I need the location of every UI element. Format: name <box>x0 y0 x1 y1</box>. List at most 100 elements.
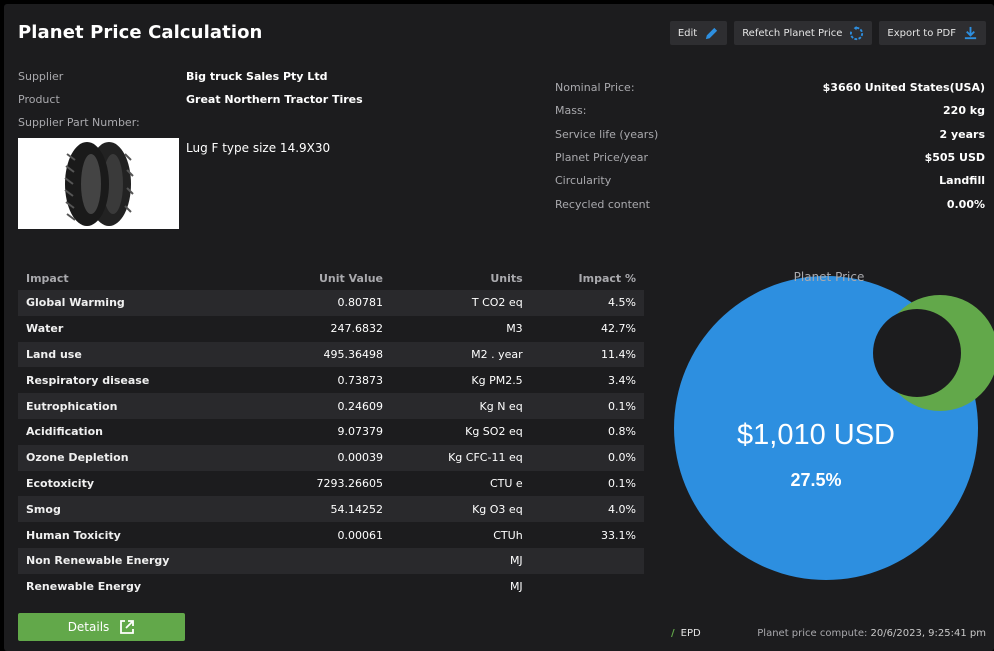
table-cell: Acidification <box>18 418 264 445</box>
pencil-icon <box>706 27 718 39</box>
summary-row: Circularity Landfill <box>555 169 985 192</box>
table-cell: Kg O3 eq <box>391 496 531 523</box>
table-cell: Ecotoxicity <box>18 470 264 497</box>
table-cell <box>530 573 644 600</box>
download-icon <box>964 26 977 39</box>
table-row: Global Warming 0.80781 T CO2 eq 4.5% <box>18 290 644 316</box>
table-cell: 0.1% <box>530 470 644 497</box>
table-cell: Ozone Depletion <box>18 444 264 471</box>
summary-value: $3660 United States(USA) <box>822 81 985 95</box>
summary-label: Nominal Price: <box>555 81 635 95</box>
table-row: Acidification 9.07379 Kg SO2 eq 0.8% <box>18 418 644 445</box>
column-header: Impact <box>26 271 69 285</box>
summary-label: Recycled content <box>555 197 650 211</box>
summary-value: 0.00% <box>946 197 985 211</box>
table-row: Eutrophication 0.24609 Kg N eq 0.1% <box>18 393 644 419</box>
summary-row: Service life (years) 2 years <box>555 123 985 146</box>
table-cell: Non Renewable Energy <box>18 547 264 574</box>
table-cell: 33.1% <box>530 522 644 548</box>
table-cell: M2 . year <box>391 341 531 368</box>
summary-row: Planet Price/year $505 USD <box>555 146 985 169</box>
table-cell: Renewable Energy <box>18 573 264 600</box>
part-description: Lug F type size 14.9X30 <box>186 141 331 155</box>
table-cell: Human Toxicity <box>18 522 264 548</box>
table-cell: Kg SO2 eq <box>391 418 531 445</box>
refetch-planet-price-button[interactable]: Refetch Planet Price <box>734 21 873 45</box>
table-cell: 0.73873 <box>263 367 392 394</box>
table-cell: Kg CFC-11 eq <box>391 444 531 471</box>
table-cell: Global Warming <box>18 290 264 316</box>
table-cell: 3.4% <box>530 367 644 394</box>
table-cell: MJ <box>391 573 531 600</box>
supplier-value: Big truck Sales Pty Ltd <box>186 70 328 83</box>
details-button-label: Details <box>67 620 110 634</box>
table-cell: Eutrophication <box>18 393 264 419</box>
table-row: Respiratory disease 0.73873 Kg PM2.5 3.4% <box>18 367 644 394</box>
page-title: Planet Price Calculation <box>18 22 263 43</box>
table-cell: 11.4% <box>530 341 644 368</box>
epd-slash-icon: / <box>671 628 675 639</box>
compute-value: 20/6/2023, 9:25:41 pm <box>870 628 986 639</box>
chart-center-percent: 27.5% <box>790 470 841 490</box>
compute-timestamp: Planet price compute: 20/6/2023, 9:25:41… <box>757 628 986 639</box>
table-cell: Water <box>18 315 264 342</box>
table-row: Ecotoxicity 7293.26605 CTU e 0.1% <box>18 470 644 497</box>
edit-button[interactable]: Edit <box>669 21 728 45</box>
chart-title: Planet Price <box>793 270 865 284</box>
table-cell <box>263 573 392 600</box>
table-cell: 7293.26605 <box>263 470 392 497</box>
export-button-label: Export to PDF <box>887 27 956 39</box>
edit-button-label: Edit <box>677 27 698 39</box>
product-value: Great Northern Tractor Tires <box>186 93 363 106</box>
refresh-icon <box>850 25 864 40</box>
table-cell: 0.00061 <box>263 522 392 548</box>
table-cell: Respiratory disease <box>18 367 264 394</box>
pie-chart: $1,010 USD 27.5% <box>674 276 994 580</box>
table-cell: 4.5% <box>530 290 644 316</box>
epd-indicator: / EPD <box>671 628 701 639</box>
details-button[interactable]: Details <box>18 613 185 641</box>
table-cell: Smog <box>18 496 264 523</box>
table-cell: 0.00039 <box>263 444 392 471</box>
summary-value: Landfill <box>939 174 985 188</box>
summary-value: 2 years <box>939 127 985 141</box>
product-label: Product <box>18 93 60 106</box>
table-cell <box>530 547 644 574</box>
summary-value: $505 USD <box>924 151 985 165</box>
chart-center-value: $1,010 USD <box>737 419 895 451</box>
export-to-pdf-button[interactable]: Export to PDF <box>879 21 986 45</box>
table-cell: Kg PM2.5 <box>391 367 531 394</box>
table-row: Renewable Energy MJ <box>18 573 644 600</box>
table-cell: 42.7% <box>530 315 644 342</box>
compute-label: Planet price compute: <box>757 628 868 639</box>
table-cell <box>263 547 392 574</box>
epd-label: EPD <box>680 628 701 639</box>
summary-label: Service life (years) <box>555 127 659 141</box>
refetch-button-label: Refetch Planet Price <box>742 27 843 39</box>
table-cell: T CO2 eq <box>391 290 531 316</box>
external-link-icon <box>120 620 135 634</box>
table-row: Water 247.6832 M3 42.7% <box>18 315 644 342</box>
product-image <box>18 138 179 229</box>
app-window: Planet Price Calculation Edit Refetch Pl… <box>4 4 994 651</box>
toolbar: Edit Refetch Planet Price Export to PDF <box>669 21 986 45</box>
summary-label: Circularity <box>555 174 612 188</box>
table-cell: M3 <box>391 315 531 342</box>
table-cell: Kg N eq <box>391 393 531 419</box>
price-summary: Nominal Price: $3660 United States(USA) Ma… <box>555 76 985 216</box>
pie-slice-cutout <box>873 309 961 397</box>
table-cell: 0.24609 <box>263 393 392 419</box>
table-row: Human Toxicity 0.00061 CTUh 33.1% <box>18 522 644 548</box>
table-row: Ozone Depletion 0.00039 Kg CFC-11 eq 0.0% <box>18 444 644 471</box>
summary-value: 220 kg <box>943 104 985 118</box>
table-cell: 0.80781 <box>263 290 392 316</box>
planet-price-chart: Planet Price $1,010 USD 27.5% <box>664 266 994 596</box>
table-cell: MJ <box>391 547 531 574</box>
column-header: Impact % <box>578 271 636 285</box>
column-header: Units <box>490 271 523 285</box>
summary-row: Recycled content 0.00% <box>555 192 985 215</box>
impact-table: Impact Unit Value Units Impact % Global War… <box>18 266 644 600</box>
table-cell: Land use <box>18 341 264 368</box>
table-cell: 9.07379 <box>263 418 392 445</box>
table-cell: 54.14252 <box>263 496 392 523</box>
